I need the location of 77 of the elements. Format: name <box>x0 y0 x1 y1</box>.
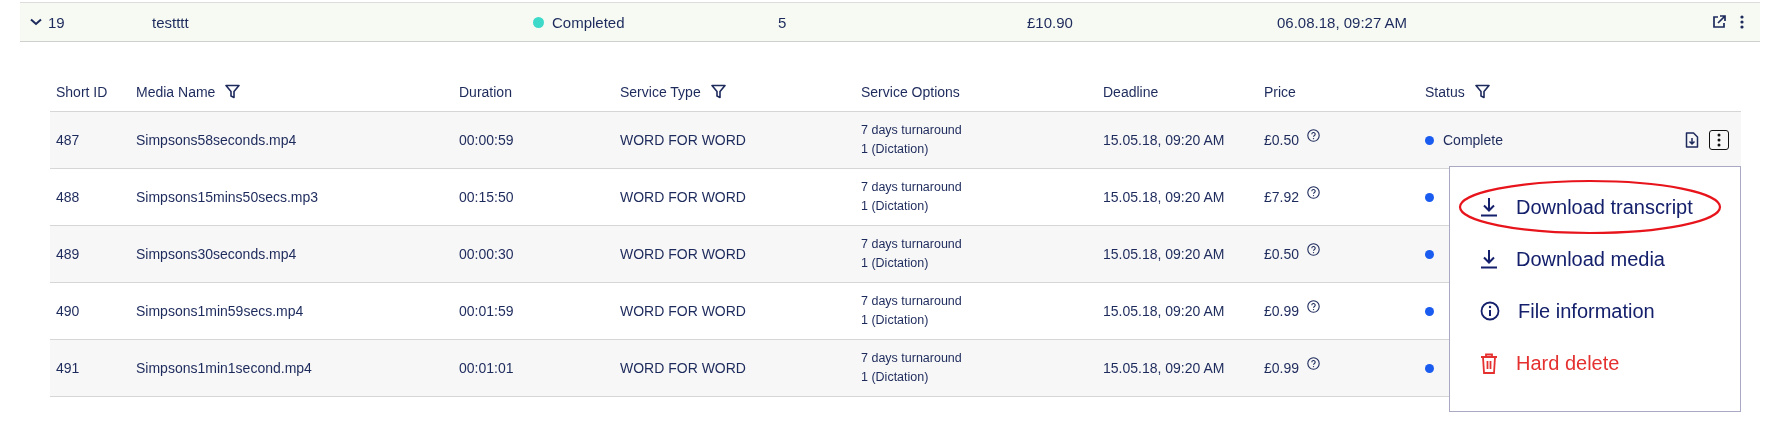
trash-icon <box>1480 352 1498 374</box>
order-total: £10.90 <box>1027 13 1074 31</box>
column-header: Deadline <box>1103 83 1159 100</box>
filter-icon[interactable] <box>1474 84 1490 99</box>
download-icon <box>1480 249 1498 269</box>
order-row[interactable]: 19 testttt Completed 5 £10.90 06.08.18, 09:27 AM <box>20 2 1760 42</box>
table-cell: 488 <box>56 189 80 205</box>
column-header: Media Name <box>136 83 216 100</box>
column-header: Price <box>1264 83 1296 100</box>
more-icon[interactable] <box>1740 15 1744 29</box>
order-name: testttt <box>152 13 190 31</box>
help-icon[interactable] <box>1307 128 1321 142</box>
table-cell: Simpsons15mins50secs.mp3 <box>136 189 319 205</box>
menu-item[interactable]: Download media <box>1516 247 1665 271</box>
table-cell: 15.05.18, 09:20 AM <box>1103 132 1225 148</box>
more-icon <box>1717 133 1721 147</box>
service-option: 7 days turnaround <box>861 121 962 140</box>
table-cell: 489 <box>56 246 80 262</box>
table-cell: 491 <box>56 360 80 376</box>
order-date: 06.08.18, 09:27 AM <box>1277 13 1409 31</box>
external-link-icon[interactable] <box>1712 15 1726 29</box>
service-option: 7 days turnaround <box>861 292 962 311</box>
table-cell: 15.05.18, 09:20 AM <box>1103 189 1225 205</box>
price: £0.99 <box>1264 303 1300 319</box>
table-cell: 15.05.18, 09:20 AM <box>1103 360 1225 376</box>
table-cell: WORD FOR WORD <box>620 246 746 262</box>
table-cell: WORD FOR WORD <box>620 360 746 376</box>
price: £0.50 <box>1264 132 1300 148</box>
table-cell: 00:00:30 <box>459 246 514 262</box>
download-file-icon[interactable] <box>1685 132 1699 148</box>
column-header: Status <box>1425 83 1465 100</box>
table-cell: Simpsons1min1second.mp4 <box>136 360 312 376</box>
price: £0.50 <box>1264 246 1300 262</box>
file-count: 5 <box>778 13 788 31</box>
column-header: Service Type <box>620 83 701 100</box>
column-header: Short ID <box>56 83 108 100</box>
help-icon[interactable] <box>1307 299 1321 313</box>
help-icon[interactable] <box>1307 356 1321 370</box>
filter-icon[interactable] <box>225 84 241 99</box>
more-button[interactable] <box>1709 130 1729 150</box>
table-cell: Simpsons30seconds.mp4 <box>136 246 297 262</box>
table-cell: 487 <box>56 132 80 148</box>
order-id: 19 <box>48 13 65 31</box>
service-option: 7 days turnaround <box>861 178 962 197</box>
table-cell: Simpsons58seconds.mp4 <box>136 132 297 148</box>
column-header: Duration <box>459 83 512 100</box>
table-cell: 00:00:59 <box>459 132 514 148</box>
table-cell: WORD FOR WORD <box>620 189 746 205</box>
table-cell: 15.05.18, 09:20 AM <box>1103 303 1225 319</box>
table-cell: Simpsons1min59secs.mp4 <box>136 303 304 319</box>
service-option: 1 (Dictation) <box>861 254 929 273</box>
order-status: Completed <box>552 13 625 31</box>
help-icon[interactable] <box>1307 242 1321 256</box>
table-cell: 00:15:50 <box>459 189 514 205</box>
service-option: 1 (Dictation) <box>861 311 929 330</box>
help-icon[interactable] <box>1307 185 1321 199</box>
chevron-down-icon[interactable] <box>30 18 42 26</box>
service-option: 7 days turnaround <box>861 235 962 254</box>
service-option: 1 (Dictation) <box>861 140 929 159</box>
table-cell: 490 <box>56 303 80 319</box>
menu-item[interactable]: Hard delete <box>1516 351 1620 375</box>
table-cell: WORD FOR WORD <box>620 132 746 148</box>
price: £7.92 <box>1264 189 1300 205</box>
filter-icon[interactable] <box>710 84 726 99</box>
table-cell: 00:01:59 <box>459 303 514 319</box>
service-option: 7 days turnaround <box>861 349 962 368</box>
status-text: Complete <box>1443 132 1503 148</box>
column-header: Service Options <box>861 83 960 100</box>
menu-item[interactable]: File information <box>1518 299 1655 323</box>
table-cell: 15.05.18, 09:20 AM <box>1103 246 1225 262</box>
price: £0.99 <box>1264 360 1300 376</box>
service-option: 1 (Dictation) <box>861 368 929 387</box>
service-option: 1 (Dictation) <box>861 197 929 216</box>
info-icon <box>1480 301 1500 321</box>
table-cell: WORD FOR WORD <box>620 303 746 319</box>
download-icon <box>1480 197 1498 217</box>
table-cell: 00:01:01 <box>459 360 514 376</box>
